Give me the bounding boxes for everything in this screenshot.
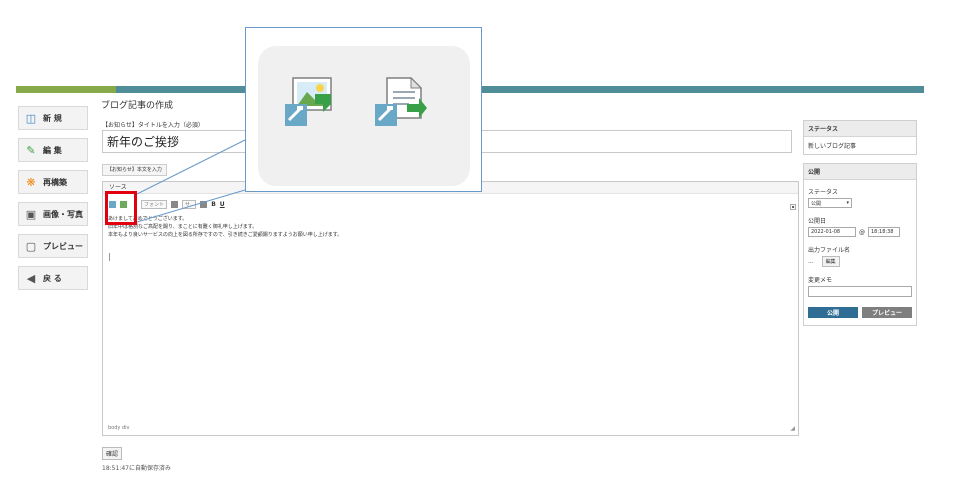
- sidebar-item-label: プレビュー: [43, 241, 83, 251]
- sidebar-item-label: 再構築: [43, 177, 67, 187]
- status-value: 新しいブログ記事: [808, 143, 857, 150]
- font-size-select[interactable]: サ..: [182, 199, 197, 209]
- sidebar-item-new[interactable]: ◫ 新 規: [18, 106, 88, 130]
- rich-text-editor[interactable]: ソース フォント サ.. B U ▪ あけましておめでとうございます。 旧年中は…: [102, 181, 799, 436]
- sidebar-item-label: 新 規: [43, 113, 62, 123]
- sidebar: ◫ 新 規 ✎ 編 集 ❋ 再構築 ▣ 画像・写真 ▢ プレビュー ◀ 戻 る: [18, 106, 88, 298]
- element-path: body div: [108, 425, 130, 431]
- chevron-down-icon[interactable]: [200, 200, 208, 208]
- new-page-icon: ◫: [25, 111, 37, 125]
- font-select[interactable]: フォント: [141, 199, 168, 209]
- memo-input[interactable]: [808, 286, 912, 297]
- sidebar-item-back[interactable]: ◀ 戻 る: [18, 266, 88, 290]
- sidebar-item-images[interactable]: ▣ 画像・写真: [18, 202, 88, 226]
- camera-icon: ▣: [25, 207, 37, 221]
- publish-panel-heading: 公開: [804, 164, 916, 180]
- editor-toolbar-row2: フォント サ.. B U: [103, 197, 798, 211]
- title-field-label: 【お知らせ】タイトルを入力（必須）: [102, 122, 204, 129]
- highlight-box: [105, 191, 137, 225]
- editor-line: あけましておめでとうございます。: [108, 216, 188, 222]
- at-symbol: @: [859, 228, 865, 236]
- back-icon: ◀: [26, 271, 36, 285]
- publish-time-input[interactable]: 18:18:38: [868, 227, 900, 237]
- preview-button[interactable]: プレビュー: [862, 307, 912, 318]
- editor-content[interactable]: あけましておめでとうございます。 旧年中は格別なご高配を賜り、まことに有難く御礼…: [108, 215, 342, 239]
- status-panel-heading: ステータス: [804, 121, 916, 137]
- publish-status-value: 公開: [811, 200, 822, 207]
- chevron-down-icon: ▾: [846, 200, 849, 206]
- source-button[interactable]: ソース: [109, 182, 127, 191]
- edit-filename-button[interactable]: 編集: [821, 256, 840, 267]
- page-title: ブログ記事の作成: [101, 101, 174, 111]
- editor-line: 本年もより良いサービスの向上を図る所存ですので、引き続きご愛顧賜りますようお願い…: [108, 232, 343, 238]
- body-field-label: 【お知らせ】本文を入力: [102, 164, 167, 176]
- sidebar-item-label: 編 集: [43, 145, 62, 155]
- rebuild-icon: ❋: [26, 175, 36, 189]
- resize-grip-icon[interactable]: ◢: [790, 425, 795, 432]
- bold-button[interactable]: B: [211, 201, 216, 208]
- insert-image-icon: [285, 77, 332, 126]
- sidebar-item-label: 画像・写真: [43, 209, 83, 219]
- text-caret: [109, 253, 110, 261]
- publish-date-label: 公開日: [808, 218, 827, 225]
- sidebar-item-edit[interactable]: ✎ 編 集: [18, 138, 88, 162]
- editor-line: 旧年中は格別なご高配を賜り、まことに有難く御礼申し上げます。: [108, 224, 258, 230]
- publish-status-label: ステータス: [808, 189, 839, 196]
- status-panel: ステータス 新しいブログ記事: [803, 120, 917, 155]
- sidebar-item-label: 戻 る: [43, 273, 62, 283]
- zoom-callout: [245, 27, 482, 192]
- sidebar-item-rebuild[interactable]: ❋ 再構築: [18, 170, 88, 194]
- sidebar-item-preview[interactable]: ▢ プレビュー: [18, 234, 88, 258]
- filename-value: ...: [808, 258, 814, 265]
- publish-button[interactable]: 公開: [808, 307, 858, 318]
- autosave-status: 18:51:47に自動保存済み: [102, 465, 171, 472]
- filename-label: 出力ファイル名: [808, 247, 851, 254]
- top-bar-accent: [16, 86, 116, 93]
- maximize-icon[interactable]: ▪: [790, 204, 796, 210]
- monitor-icon: ▢: [25, 239, 37, 253]
- publish-date-input[interactable]: 2022-01-08: [808, 227, 856, 237]
- memo-label: 変更メモ: [808, 277, 833, 284]
- insert-template-icon: [375, 76, 427, 126]
- edit-icon: ✎: [26, 143, 36, 157]
- chevron-down-icon[interactable]: [171, 200, 179, 208]
- underline-button[interactable]: U: [220, 201, 225, 208]
- publish-status-select[interactable]: 公開 ▾: [808, 198, 852, 208]
- confirm-button[interactable]: 確認: [102, 447, 123, 460]
- publish-panel: 公開 ステータス 公開 ▾ 公開日 2022-01-08 @ 18:18:38 …: [803, 163, 917, 326]
